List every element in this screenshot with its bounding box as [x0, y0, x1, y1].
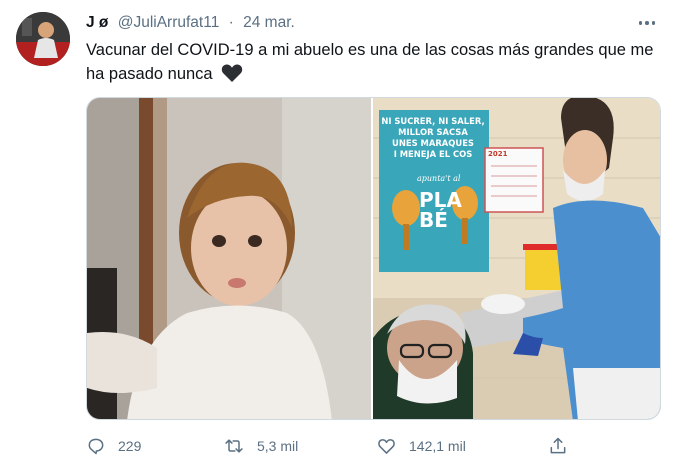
poster-brand-line: PLA	[419, 188, 462, 212]
reply-button[interactable]: 229	[86, 432, 141, 460]
like-count: 142,1 mil	[409, 438, 466, 454]
tweet-text: Vacunar del COVID-19 a mi abuelo es una …	[86, 41, 654, 83]
photo-child[interactable]	[87, 98, 371, 419]
reply-count: 229	[118, 438, 142, 454]
retweet-button[interactable]: 5,3 mil	[223, 432, 298, 460]
tweet-text-container: Vacunar del COVID-19 a mi abuelo es una …	[86, 38, 656, 86]
photo-vaccination[interactable]: NI SUCRER, NI SALER, MILLOR SACSA UNES M…	[373, 98, 660, 419]
share-icon	[550, 437, 566, 454]
display-name[interactable]: J ø	[86, 14, 108, 31]
like-icon	[378, 439, 395, 454]
poster-line: UNES MARAQUES	[392, 138, 474, 148]
poster-subtitle: apunta't al	[417, 174, 461, 183]
reply-icon	[88, 438, 104, 455]
tweet-header: J ø @JuliArrufat11 · 24 mar.	[86, 14, 295, 34]
poster-line: I MENEJA EL COS	[393, 149, 473, 159]
tweet-date[interactable]: 24 mar.	[243, 14, 295, 31]
retweet-count: 5,3 mil	[257, 438, 299, 454]
tweet: J ø @JuliArrufat11 · 24 mar. Vacunar del…	[0, 0, 681, 471]
retweet-icon	[225, 439, 243, 453]
like-button[interactable]: 142,1 mil	[376, 432, 466, 460]
poster-line: MILLOR SACSA	[398, 127, 468, 137]
poster-brand: PLA BÉ	[419, 190, 462, 230]
media-grid: NI SUCRER, NI SALER, MILLOR SACSA UNES M…	[86, 97, 661, 420]
poster-text: NI SUCRER, NI SALER, MILLOR SACSA UNES M…	[379, 116, 487, 160]
tweet-actions: 229 5,3 mil 142,1 mil	[86, 432, 661, 460]
share-button[interactable]	[548, 432, 580, 460]
more-icon[interactable]	[635, 12, 659, 34]
separator-dot: ·	[228, 14, 234, 31]
calendar-year: 2021	[488, 150, 508, 158]
poster-line: NI SUCRER, NI SALER,	[381, 116, 485, 126]
black-heart-emoji	[222, 64, 243, 82]
poster-brand-line: BÉ	[419, 208, 448, 232]
avatar[interactable]	[16, 12, 70, 66]
user-handle[interactable]: @JuliArrufat11	[118, 14, 220, 31]
